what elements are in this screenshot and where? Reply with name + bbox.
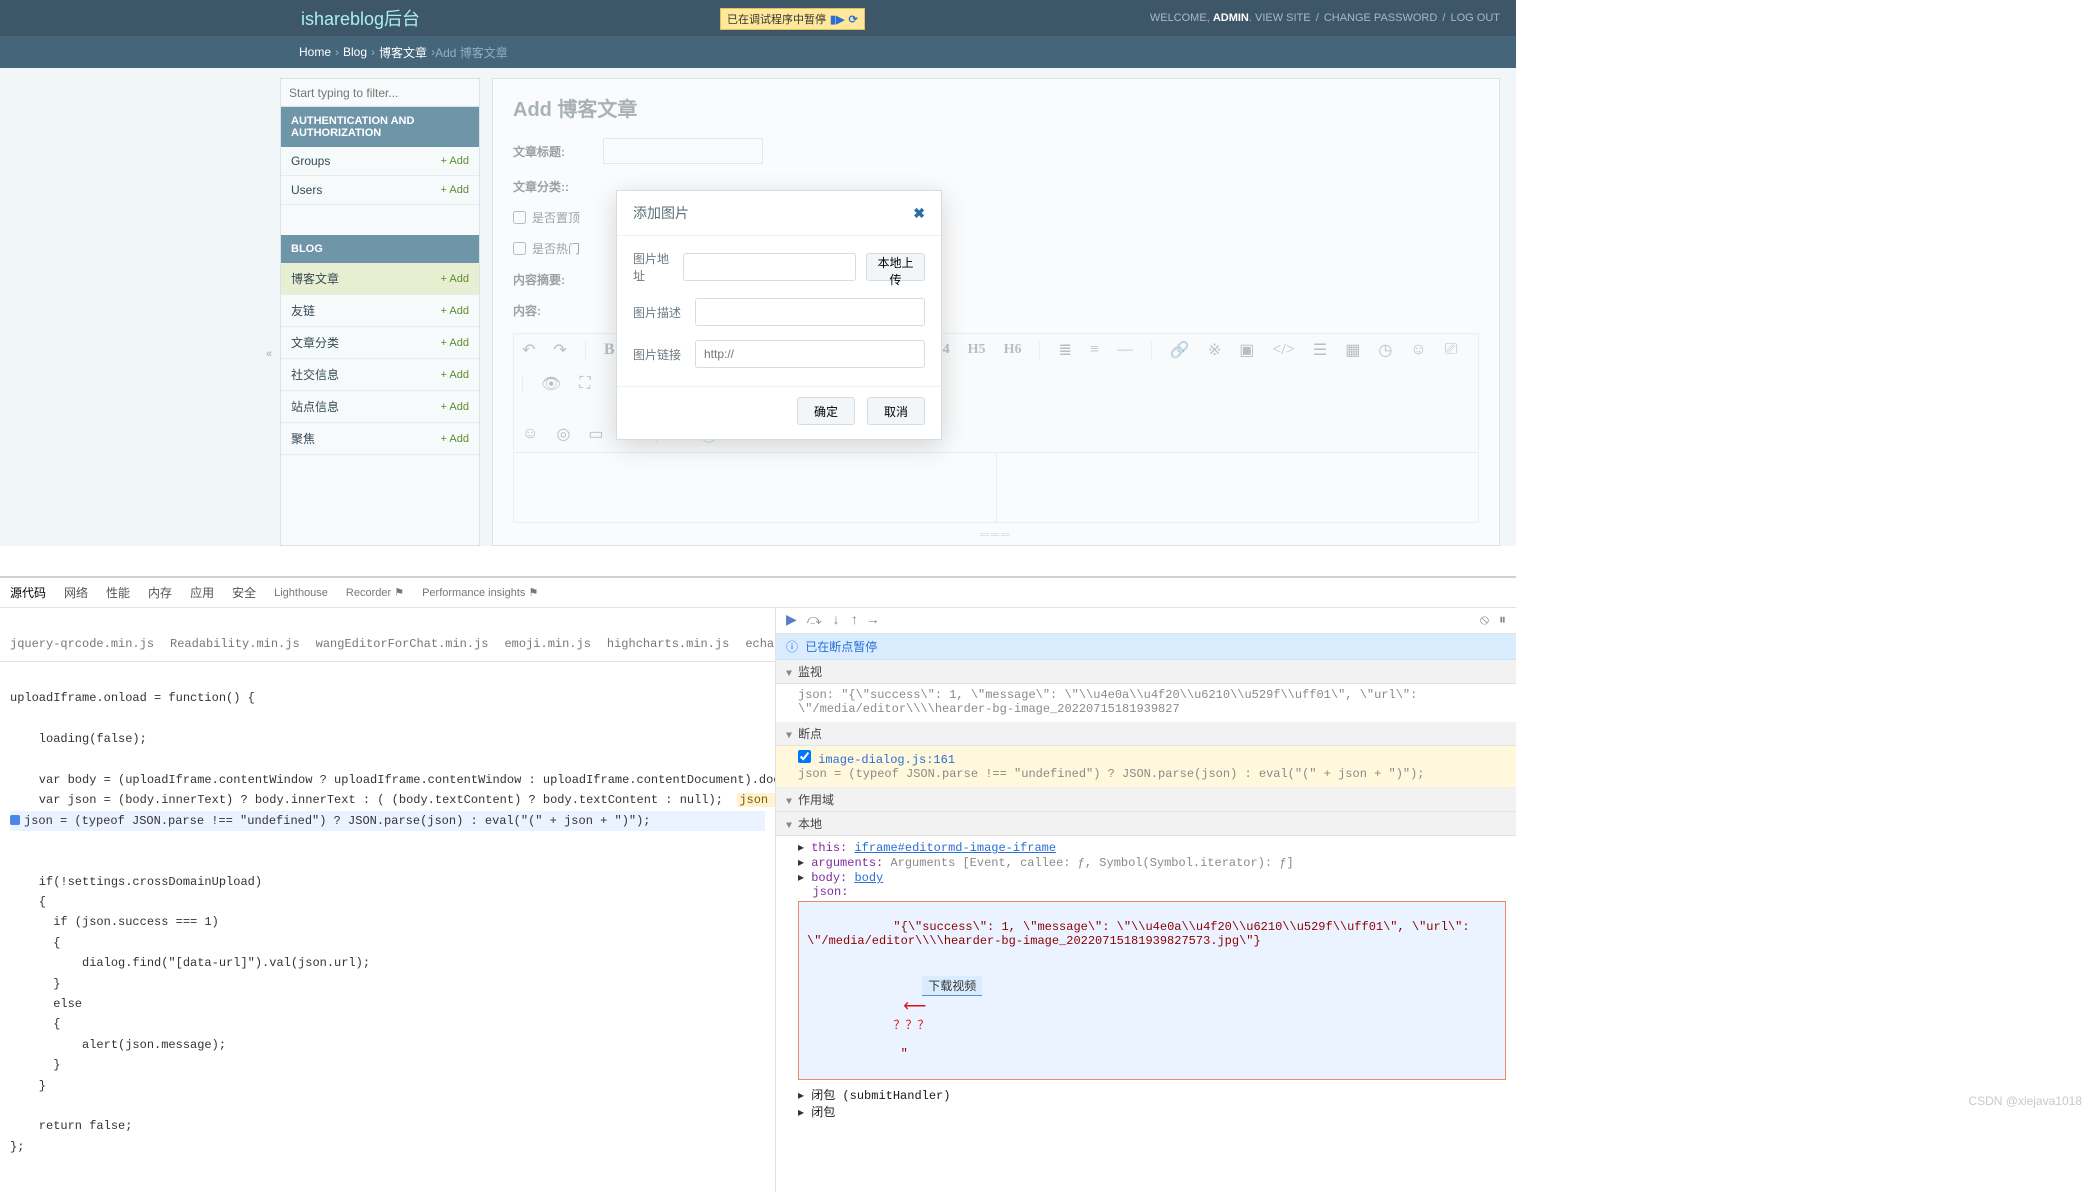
sidebar-item-links[interactable]: 友链Add	[281, 295, 479, 327]
step-out-button[interactable]: ↑	[850, 613, 858, 629]
deactivate-bp-icon[interactable]: ⦸	[1480, 613, 1489, 629]
step-icon[interactable]: ⟳	[849, 13, 858, 26]
sidebar-item-cats[interactable]: 文章分类Add	[281, 327, 479, 359]
tab-network[interactable]: 网络	[64, 584, 88, 601]
user-links: WELCOME, ADMIN. VIEW SITE / CHANGE PASSW…	[1150, 12, 1500, 24]
sidebar-item-articles[interactable]: 博客文章Add	[281, 263, 479, 295]
breadcrumb: Home› Blog› 博客文章› Add 博客文章	[0, 36, 1516, 68]
admin-header: ishareblog后台 已在调试程序中暂停 ▮▶ ⟳ WELCOME, ADM…	[0, 0, 1516, 36]
file-tab[interactable]: highcharts.min.js	[607, 634, 729, 654]
tab-perf-insights[interactable]: Performance insights ⚑	[422, 586, 538, 599]
file-tab[interactable]: Readability.min.js	[170, 634, 300, 654]
section-watch[interactable]: 监视	[776, 660, 1516, 684]
section-scope[interactable]: 作用域	[776, 788, 1516, 812]
crumb-articles[interactable]: 博客文章	[379, 44, 427, 61]
add-article[interactable]: Add	[441, 273, 469, 285]
sidebar-item-social[interactable]: 社交信息Add	[281, 359, 479, 391]
sidebar-item-users[interactable]: UsersAdd	[281, 176, 479, 205]
breakpoint-icon[interactable]	[10, 815, 20, 825]
crumb-home[interactable]: Home	[299, 45, 331, 59]
tab-sources[interactable]: 源代码	[10, 584, 46, 601]
modal-title: 添加图片	[633, 203, 689, 223]
crumb-current: Add 博客文章	[435, 44, 508, 61]
close-icon[interactable]: ✖	[913, 205, 925, 222]
logout-link[interactable]: LOG OUT	[1450, 12, 1500, 24]
section-local[interactable]: 本地	[776, 812, 1516, 836]
view-site-link[interactable]: VIEW SITE	[1255, 12, 1311, 24]
add-users[interactable]: Add	[441, 184, 469, 196]
tab-performance[interactable]: 性能	[106, 584, 130, 601]
breakpoint-entry[interactable]: image-dialog.js:161 json = (typeof JSON.…	[776, 746, 1516, 788]
sidebar: AUTHENTICATION AND AUTHORIZATION GroupsA…	[280, 78, 480, 546]
sidebar-item-focus[interactable]: 聚焦Add	[281, 423, 479, 455]
upload-local-button[interactable]: 本地上传	[866, 253, 925, 281]
arrow-icon: ⟵	[903, 998, 926, 1016]
image-upload-modal: 添加图片 ✖ 图片地址本地上传 图片描述 图片链接 确定 取消	[616, 190, 942, 440]
bp-checkbox[interactable]	[798, 750, 811, 763]
tab-application[interactable]: 应用	[190, 584, 214, 601]
step-into-button[interactable]: ↓	[832, 613, 840, 629]
tab-recorder[interactable]: Recorder ⚑	[346, 586, 404, 599]
site-title: ishareblog后台	[301, 5, 420, 31]
pause-exc-icon[interactable]: ⏸	[1499, 613, 1506, 629]
change-password-link[interactable]: CHANGE PASSWORD	[1324, 12, 1437, 24]
debug-paused-badge[interactable]: 已在调试程序中暂停 ▮▶ ⟳	[720, 8, 865, 30]
step-over-button[interactable]: ⤼	[807, 613, 822, 629]
download-video-link[interactable]: 下载视频	[922, 976, 982, 996]
input-image-url[interactable]	[683, 253, 856, 281]
crumb-blog[interactable]: Blog	[343, 45, 367, 59]
sidebar-filter-input[interactable]	[281, 79, 479, 107]
file-tab[interactable]: jquery-qrcode.min.js	[10, 634, 154, 654]
json-value-box: "{\"success\": 1, \"message\": \"\\u4e0a…	[798, 901, 1506, 1080]
resume-icon[interactable]: ▮▶	[830, 13, 845, 26]
input-image-link[interactable]	[695, 340, 925, 368]
section-breakpoints[interactable]: 断点	[776, 722, 1516, 746]
step-button[interactable]: →	[869, 613, 877, 629]
devtools-tabs: 源代码 网络 性能 内存 应用 安全 Lighthouse Recorder ⚑…	[0, 578, 1516, 608]
file-tab[interactable]: wangEditorForChat.min.js	[316, 634, 489, 654]
file-tab[interactable]: echarts.common.min.js	[745, 634, 776, 654]
tab-lighthouse[interactable]: Lighthouse	[274, 587, 328, 599]
watermark: CSDN @xiejava1018	[1968, 1094, 2082, 1108]
tab-memory[interactable]: 内存	[148, 584, 172, 601]
ok-button[interactable]: 确定	[797, 397, 855, 425]
file-tab[interactable]: emoji.min.js	[504, 634, 590, 654]
source-code-view[interactable]: jquery-qrcode.min.js Readability.min.js …	[0, 608, 776, 1192]
paused-info: 已在断点暂停	[776, 634, 1516, 660]
watch-expression[interactable]: json: "{\"success\": 1, \"message\": \"\…	[776, 684, 1516, 722]
tab-security[interactable]: 安全	[232, 584, 256, 601]
resume-button[interactable]: ▶	[786, 612, 797, 629]
sidebar-item-groups[interactable]: GroupsAdd	[281, 147, 479, 176]
devtools-panel: 源代码 网络 性能 内存 应用 安全 Lighthouse Recorder ⚑…	[0, 576, 1516, 1192]
add-groups[interactable]: Add	[441, 155, 469, 167]
sidebar-item-siteinfo[interactable]: 站点信息Add	[281, 391, 479, 423]
input-image-desc[interactable]	[695, 298, 925, 326]
debugger-sidebar: ▶ ⤼ ↓ ↑ → ⦸ ⏸ 已在断点暂停 监视 json: "{\"succes…	[776, 608, 1516, 1192]
cancel-button[interactable]: 取消	[867, 397, 925, 425]
sidebar-head-blog: BLOG	[281, 235, 479, 263]
annotation-question: ？？？	[893, 1019, 929, 1033]
sidebar-head-auth: AUTHENTICATION AND AUTHORIZATION	[281, 107, 479, 147]
sidebar-collapse-icon[interactable]: «	[266, 348, 272, 360]
